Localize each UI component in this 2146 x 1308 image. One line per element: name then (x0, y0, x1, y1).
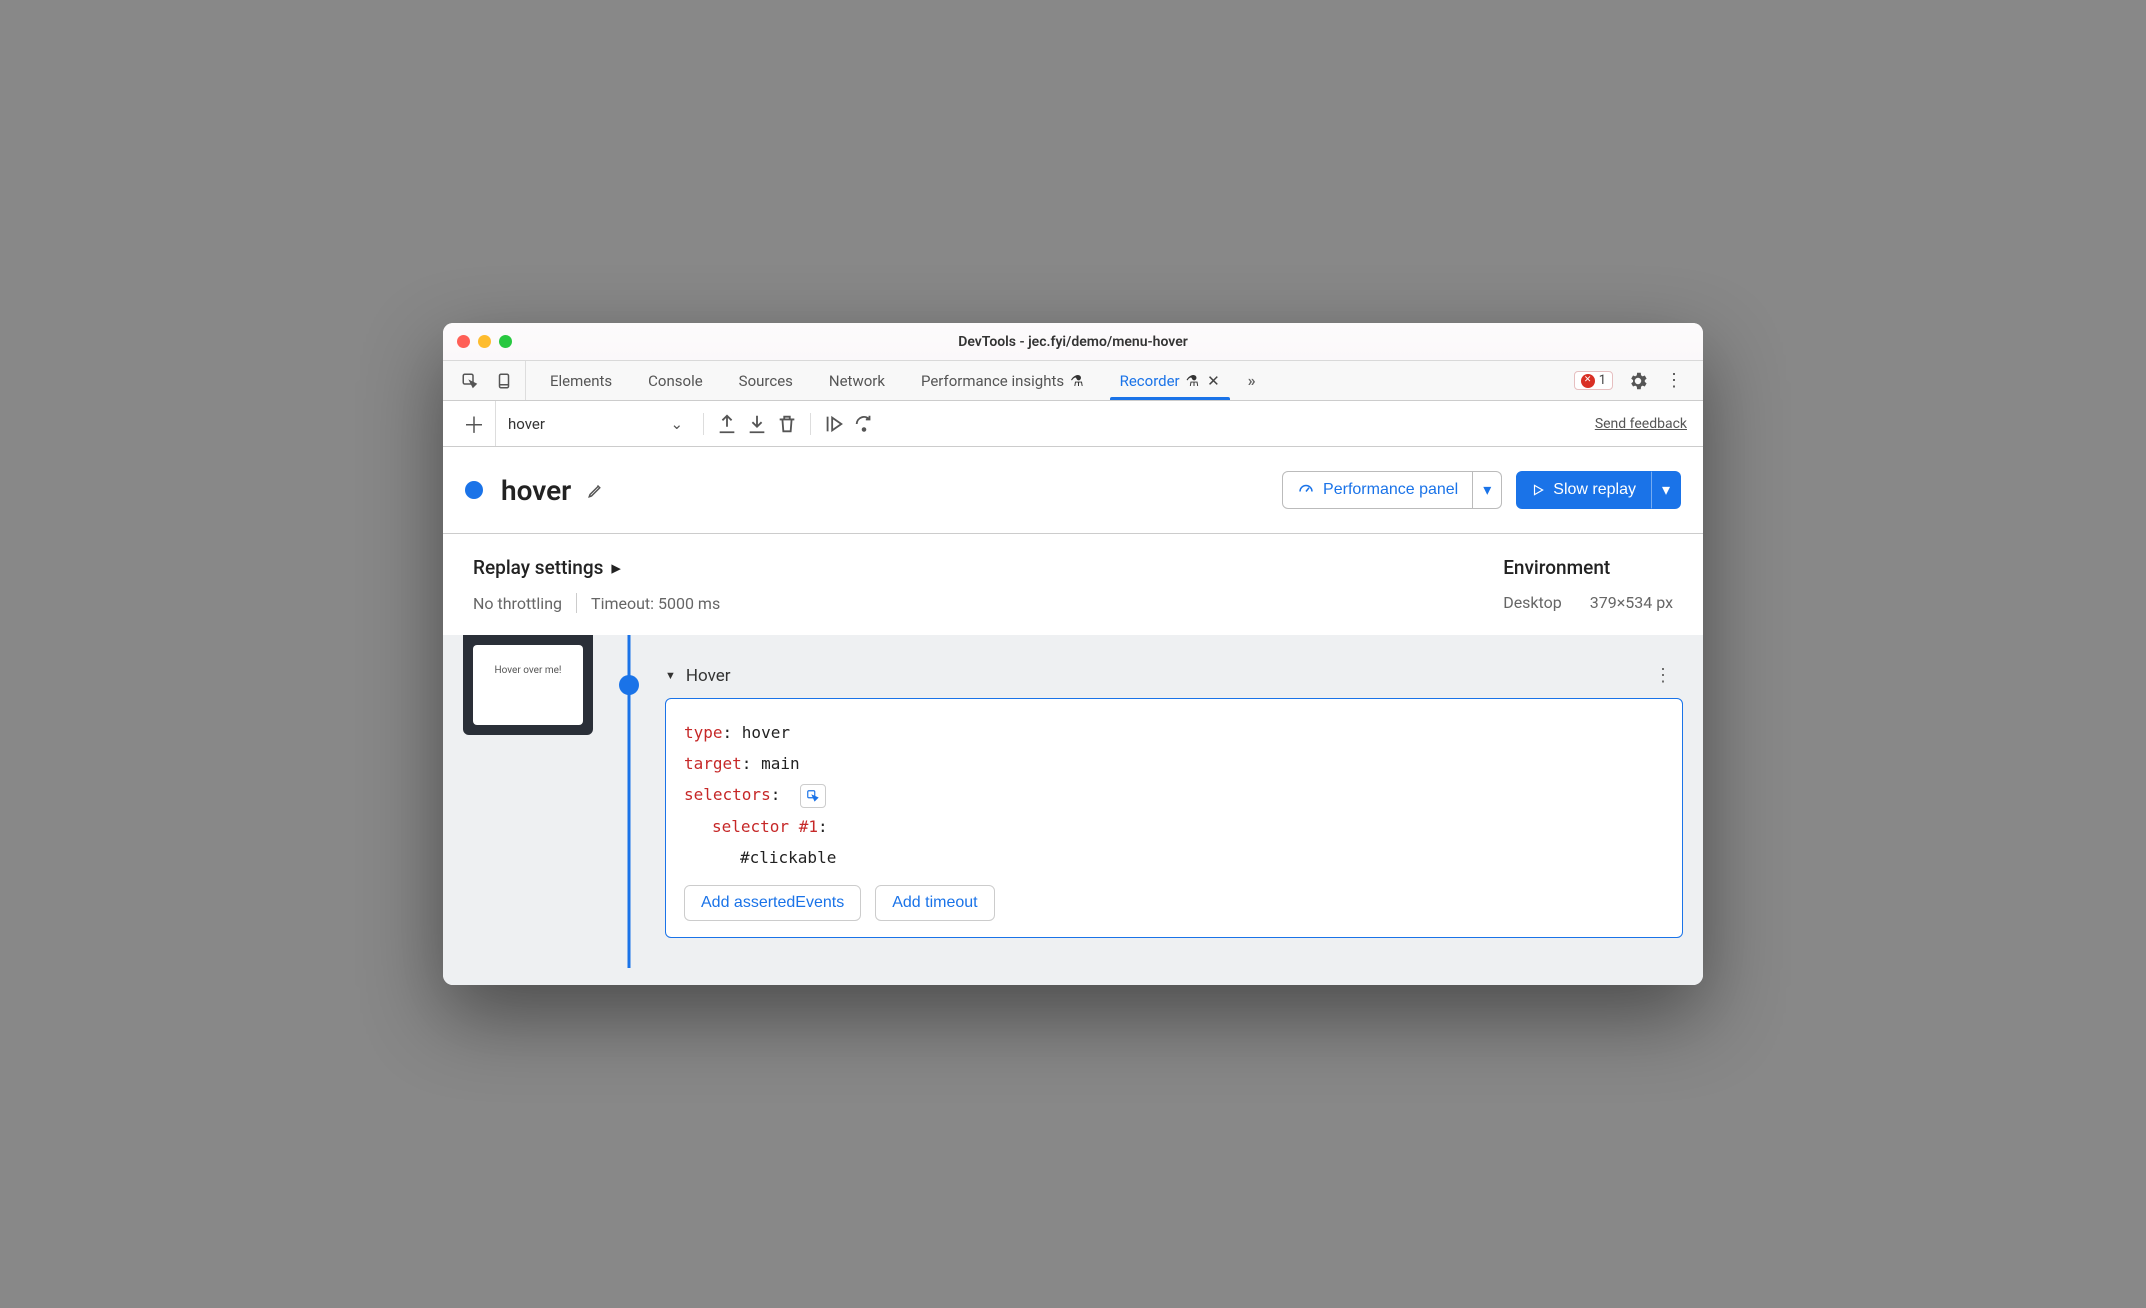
kebab-menu-icon[interactable]: ⋮ (1663, 370, 1685, 392)
window-minimize-button[interactable] (478, 335, 491, 348)
import-icon[interactable] (746, 413, 768, 435)
button-label: Performance panel (1323, 481, 1458, 499)
chevron-down-icon: ▾ (1662, 480, 1670, 500)
button-label: Slow replay (1553, 481, 1636, 499)
replay-settings-label: Replay settings (473, 556, 603, 579)
step-title: Hover (686, 666, 731, 686)
divider (810, 413, 811, 435)
chevron-down-icon: ▾ (1483, 480, 1491, 500)
window-title: DevTools - jec.fyi/demo/menu-hover (443, 334, 1703, 350)
divider (703, 413, 704, 435)
timeline-node-icon[interactable] (619, 675, 639, 695)
chevron-right-icon: ▸ (611, 556, 621, 579)
tab-label: Elements (550, 372, 612, 390)
tab-label: Recorder (1120, 372, 1180, 390)
screenshot-thumbnail[interactable]: Hover over me! (463, 635, 593, 735)
thumbnail-caption: Hover over me! (473, 645, 583, 725)
play-icon (1531, 483, 1545, 497)
selector-value[interactable]: #clickable (740, 848, 836, 867)
pick-selector-button[interactable] (800, 784, 826, 808)
add-asserted-events-button[interactable]: Add assertedEvents (684, 885, 861, 921)
window-zoom-button[interactable] (499, 335, 512, 348)
recording-header: hover Performance panel ▾ Slow replay ▾ (443, 447, 1703, 534)
tab-performance-insights[interactable]: Performance insights ⚗ (903, 361, 1102, 400)
tab-elements[interactable]: Elements (532, 361, 630, 400)
prop-key: selector #1 (712, 817, 818, 836)
error-icon (1581, 374, 1595, 388)
delete-icon[interactable] (776, 413, 798, 435)
environment-size: 379×534 px (1590, 593, 1673, 612)
prop-value[interactable]: main (761, 754, 800, 773)
throttling-value: No throttling (473, 594, 562, 613)
replay-dropdown[interactable]: ▾ (1651, 471, 1681, 509)
settings-gear-icon[interactable] (1627, 370, 1649, 392)
tab-label: Console (648, 372, 703, 390)
tab-sources[interactable]: Sources (721, 361, 811, 400)
collapse-triangle-icon: ▼ (665, 669, 676, 682)
more-tabs-button[interactable]: » (1238, 361, 1263, 400)
settings-row: Replay settings ▸ No throttling Timeout:… (443, 534, 1703, 635)
environment-device: Desktop (1503, 593, 1562, 612)
error-badge[interactable]: 1 (1574, 371, 1613, 390)
step-menu-icon[interactable]: ⋮ (1654, 665, 1683, 686)
chevron-down-icon: ⌄ (670, 415, 683, 433)
add-timeout-button[interactable]: Add timeout (875, 885, 994, 921)
prop-value[interactable]: hover (742, 723, 790, 742)
recording-name: hover (501, 474, 571, 507)
error-count: 1 (1599, 373, 1606, 388)
inspect-element-icon[interactable] (459, 370, 481, 392)
performance-panel-dropdown[interactable]: ▾ (1473, 471, 1502, 509)
window-controls (457, 335, 512, 348)
window-titlebar: DevTools - jec.fyi/demo/menu-hover (443, 323, 1703, 361)
experiment-icon: ⚗ (1070, 372, 1083, 390)
continue-icon[interactable] (823, 413, 845, 435)
replay-group: Slow replay ▾ (1516, 471, 1681, 509)
divider (576, 593, 577, 613)
experiment-icon: ⚗ (1186, 372, 1199, 390)
step-header[interactable]: ▼ Hover ⋮ (665, 665, 1683, 686)
recording-select-value: hover (508, 415, 545, 433)
replay-settings-toggle[interactable]: Replay settings ▸ (473, 556, 720, 579)
performance-panel-button[interactable]: Performance panel (1282, 471, 1473, 509)
new-recording-button[interactable]: ＋ (453, 408, 495, 440)
gauge-icon (1297, 481, 1315, 499)
recording-selector[interactable]: hover ⌄ (495, 401, 695, 446)
step-over-icon[interactable] (853, 413, 875, 435)
performance-panel-group: Performance panel ▾ (1282, 471, 1502, 509)
timeout-value: Timeout: 5000 ms (591, 594, 720, 613)
tab-console[interactable]: Console (630, 361, 721, 400)
tab-network[interactable]: Network (811, 361, 903, 400)
prop-key: target (684, 754, 742, 773)
device-toolbar-icon[interactable] (493, 370, 515, 392)
recording-status-dot-icon (465, 481, 483, 499)
window-close-button[interactable] (457, 335, 470, 348)
tab-label: Sources (739, 372, 793, 390)
prop-key: selectors (684, 785, 771, 804)
timeline-area: Hover over me! ▼ Hover ⋮ type: hover (443, 635, 1703, 985)
close-tab-icon[interactable]: ✕ (1207, 372, 1220, 390)
slow-replay-button[interactable]: Slow replay (1516, 471, 1651, 509)
chevrons-icon: » (1248, 371, 1253, 390)
tab-recorder[interactable]: Recorder ⚗ ✕ (1102, 361, 1238, 400)
export-icon[interactable] (716, 413, 738, 435)
environment-label: Environment (1503, 556, 1673, 579)
panel-tabstrip: Elements Console Sources Network Perform… (443, 361, 1703, 401)
tab-label: Performance insights (921, 372, 1064, 390)
tab-label: Network (829, 372, 885, 390)
recorder-toolbar: ＋ hover ⌄ Send feedback (443, 401, 1703, 447)
step-details: type: hover target: main selectors: sele… (665, 698, 1683, 938)
edit-name-icon[interactable] (585, 479, 607, 501)
devtools-window: DevTools - jec.fyi/demo/menu-hover Eleme… (443, 323, 1703, 985)
send-feedback-link[interactable]: Send feedback (1595, 416, 1693, 432)
prop-key: type (684, 723, 723, 742)
